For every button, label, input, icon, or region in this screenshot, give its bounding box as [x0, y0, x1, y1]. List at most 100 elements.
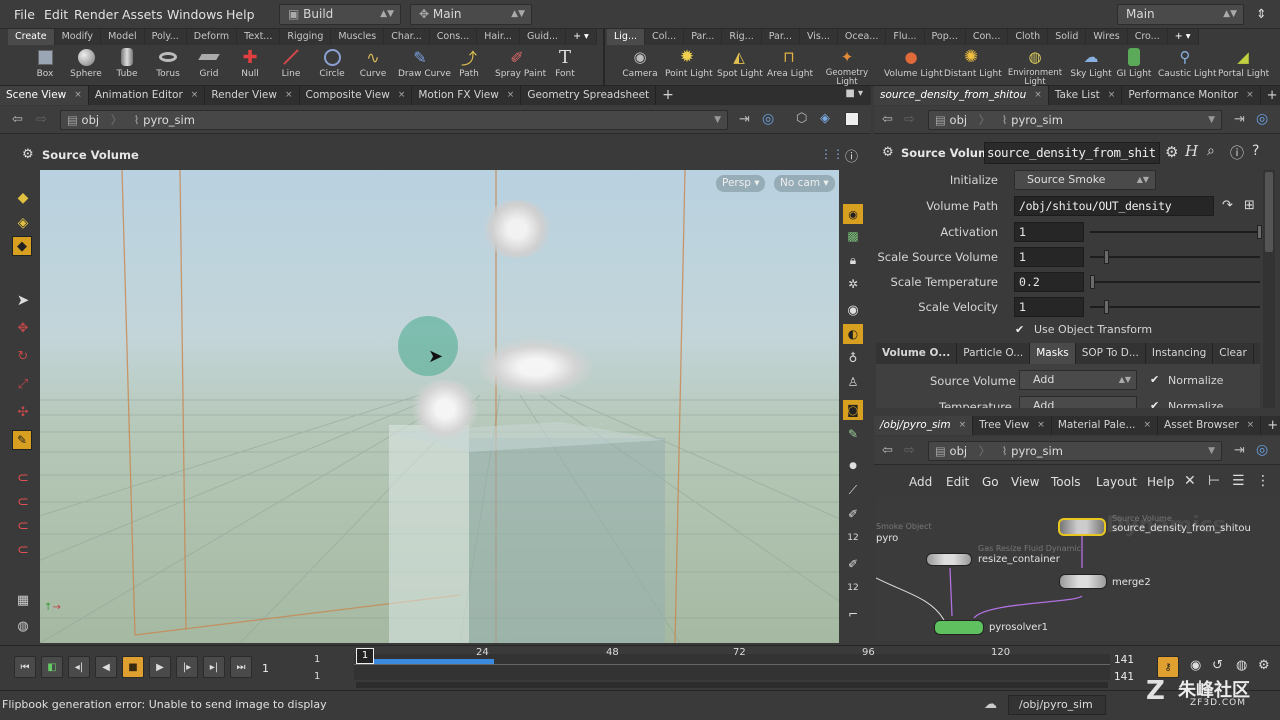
shelf-tab[interactable]: Par...: [684, 29, 723, 45]
node-label-solver[interactable]: pyrosolver1: [989, 622, 1048, 633]
tree-icon[interactable]: ⊢: [1208, 473, 1220, 489]
current-frame-marker[interactable]: 1: [356, 648, 374, 664]
persp-button[interactable]: Persp ▾: [716, 175, 766, 192]
render-icon[interactable]: ◍: [13, 616, 33, 636]
tab-particle-operations[interactable]: Particle O...: [957, 343, 1031, 364]
node-label-resize[interactable]: resize_container: [978, 554, 1060, 565]
display-icon[interactable]: ◈: [820, 111, 830, 126]
search-icon[interactable]: ⌕: [1207, 143, 1215, 159]
back-icon[interactable]: ⇦: [12, 112, 23, 127]
shelf-add-icon[interactable]: + ▾: [566, 29, 597, 45]
range-slider[interactable]: [356, 682, 1108, 688]
current-frame-field[interactable]: 1: [262, 662, 269, 675]
net-menu-layout[interactable]: Layout: [1096, 475, 1137, 489]
shelf-tab[interactable]: Rigging: [280, 29, 332, 45]
close-icon[interactable]: ×: [1034, 86, 1042, 105]
volume-path-field[interactable]: /obj/shitou/OUT_density: [1014, 196, 1214, 216]
scale-icon[interactable]: ⤢: [13, 374, 33, 394]
shelf-tab[interactable]: Cloth: [1008, 29, 1049, 45]
tab-take-list[interactable]: Take List ×: [1049, 86, 1123, 105]
net-menu-help[interactable]: Help: [1147, 475, 1174, 489]
tool-torus[interactable]: Torus: [146, 47, 190, 79]
shelf-tab[interactable]: Hair...: [477, 29, 520, 45]
node-label-source[interactable]: source_density_from_shitou: [1112, 523, 1251, 534]
tab-scene-view[interactable]: Scene View ×: [0, 86, 89, 105]
slider-knob[interactable]: [1257, 225, 1262, 239]
pane-menu-icon[interactable]: ■ ▾: [845, 88, 863, 99]
node-name-field[interactable]: source_density_from_shit: [984, 142, 1160, 164]
back-icon[interactable]: ⇦: [882, 443, 893, 458]
snap-prim-icon[interactable]: ⊂: [13, 516, 33, 536]
network-editor[interactable]: Dynamics Smoke Object pyro Gas Resize Fl…: [876, 498, 1280, 641]
close-icon[interactable]: ×: [959, 416, 967, 435]
link-icon[interactable]: ◎: [1256, 442, 1268, 458]
shelf-tab[interactable]: Col...: [645, 29, 685, 45]
tab-render-view[interactable]: Render View ×: [205, 86, 300, 105]
tab-geometry-spreadsheet[interactable]: Geometry Spreadsheet: [521, 86, 657, 105]
runtime-main-dropdown[interactable]: Main ▲▼: [1117, 4, 1244, 25]
key-icon[interactable]: ⚷: [1157, 656, 1179, 678]
cloud-icon[interactable]: ☁: [984, 697, 997, 712]
point-icon[interactable]: ●: [843, 456, 863, 476]
range-end-field[interactable]: 141: [1114, 654, 1134, 666]
shelf-tab[interactable]: Lig...: [607, 29, 646, 45]
tool-portal-light[interactable]: ◢ Portal Light: [1218, 47, 1269, 79]
scale-velocity-field[interactable]: 1: [1014, 297, 1084, 317]
shelf-tab[interactable]: Create: [8, 29, 55, 45]
shelf-tab[interactable]: Vis...: [800, 29, 838, 45]
tool-null[interactable]: ✚ Null: [228, 47, 272, 80]
shelf-tab[interactable]: Cro...: [1128, 29, 1168, 45]
activation-field[interactable]: 1: [1014, 222, 1084, 242]
jump-start-icon[interactable]: ⏮: [14, 656, 36, 678]
forward-icon[interactable]: ⇨: [904, 112, 915, 127]
tab-source-density[interactable]: source_density_from_shitou ×: [874, 86, 1049, 105]
tab-sop-to-dop[interactable]: SOP To D...: [1076, 343, 1146, 364]
tab-composite-view[interactable]: Composite View ×: [300, 86, 413, 105]
net-menu-add[interactable]: Add: [909, 475, 932, 489]
node-resize-container[interactable]: [926, 553, 972, 566]
camera-button[interactable]: No cam ▾: [774, 175, 835, 192]
shelf-tab[interactable]: Deform: [187, 29, 238, 45]
scale-temperature-slider[interactable]: [1090, 275, 1260, 289]
shelf-tab[interactable]: Ocea...: [838, 29, 887, 45]
tool-path[interactable]: ⤴ Path: [447, 47, 491, 79]
shelf-add-icon[interactable]: + ▾: [1168, 29, 1199, 45]
tool-curve[interactable]: ∿ Curve: [351, 47, 395, 80]
tool-spray-paint[interactable]: ✐ Spray Paint: [495, 47, 546, 80]
tool-box[interactable]: Box: [23, 47, 67, 79]
chevron-down-icon[interactable]: ▼: [1208, 111, 1215, 129]
tab-motion-fx-view[interactable]: Motion FX View ×: [412, 86, 522, 105]
menu-arrows-icon[interactable]: ⇕: [1256, 6, 1266, 21]
menu-windows[interactable]: Windows: [167, 7, 223, 22]
move-icon[interactable]: ✥: [13, 318, 33, 338]
shelf-tab[interactable]: Char...: [384, 29, 430, 45]
path-node[interactable]: pyro_sim: [1011, 113, 1063, 127]
tab-animation-editor[interactable]: Animation Editor ×: [89, 86, 206, 105]
snap-magnet-icon[interactable]: ⊂: [13, 468, 33, 488]
shelf-tab[interactable]: Muscles: [331, 29, 385, 45]
scrollbar-thumb[interactable]: [1265, 172, 1273, 252]
close-icon[interactable]: ×: [1246, 86, 1254, 105]
add-tab-icon[interactable]: +: [1261, 86, 1280, 105]
path-root[interactable]: obj: [950, 113, 968, 127]
network-breadcrumb[interactable]: ▤ obj 〉 ⌇ pyro_sim ▼: [928, 441, 1222, 461]
path-root[interactable]: obj: [950, 444, 968, 458]
close-icon[interactable]: ×: [507, 86, 515, 105]
cube-icon[interactable]: ⬡: [796, 111, 807, 126]
shelf-tab[interactable]: Guid...: [520, 29, 567, 45]
rotate-icon[interactable]: ↻: [13, 346, 33, 366]
shelf-tab[interactable]: Con...: [966, 29, 1009, 45]
visibility-eye-icon[interactable]: ◉: [843, 204, 863, 224]
chevron-down-icon[interactable]: ▼: [1208, 442, 1215, 460]
tab-network-path[interactable]: /obj/pyro_sim ×: [874, 416, 974, 435]
net-menu-go[interactable]: Go: [982, 475, 999, 489]
select-arrow-icon[interactable]: ➤: [13, 290, 33, 310]
snap-point-icon[interactable]: ⊂: [13, 540, 33, 560]
global-end-field[interactable]: 141: [1114, 671, 1134, 683]
node-merge[interactable]: [1059, 574, 1107, 589]
tool-tube[interactable]: Tube: [105, 47, 149, 79]
display-options-icon[interactable]: ▩: [843, 226, 863, 246]
camera-view-icon[interactable]: ◙: [843, 400, 863, 420]
link-icon[interactable]: ◎: [762, 111, 774, 127]
slider-knob[interactable]: [1104, 300, 1109, 314]
